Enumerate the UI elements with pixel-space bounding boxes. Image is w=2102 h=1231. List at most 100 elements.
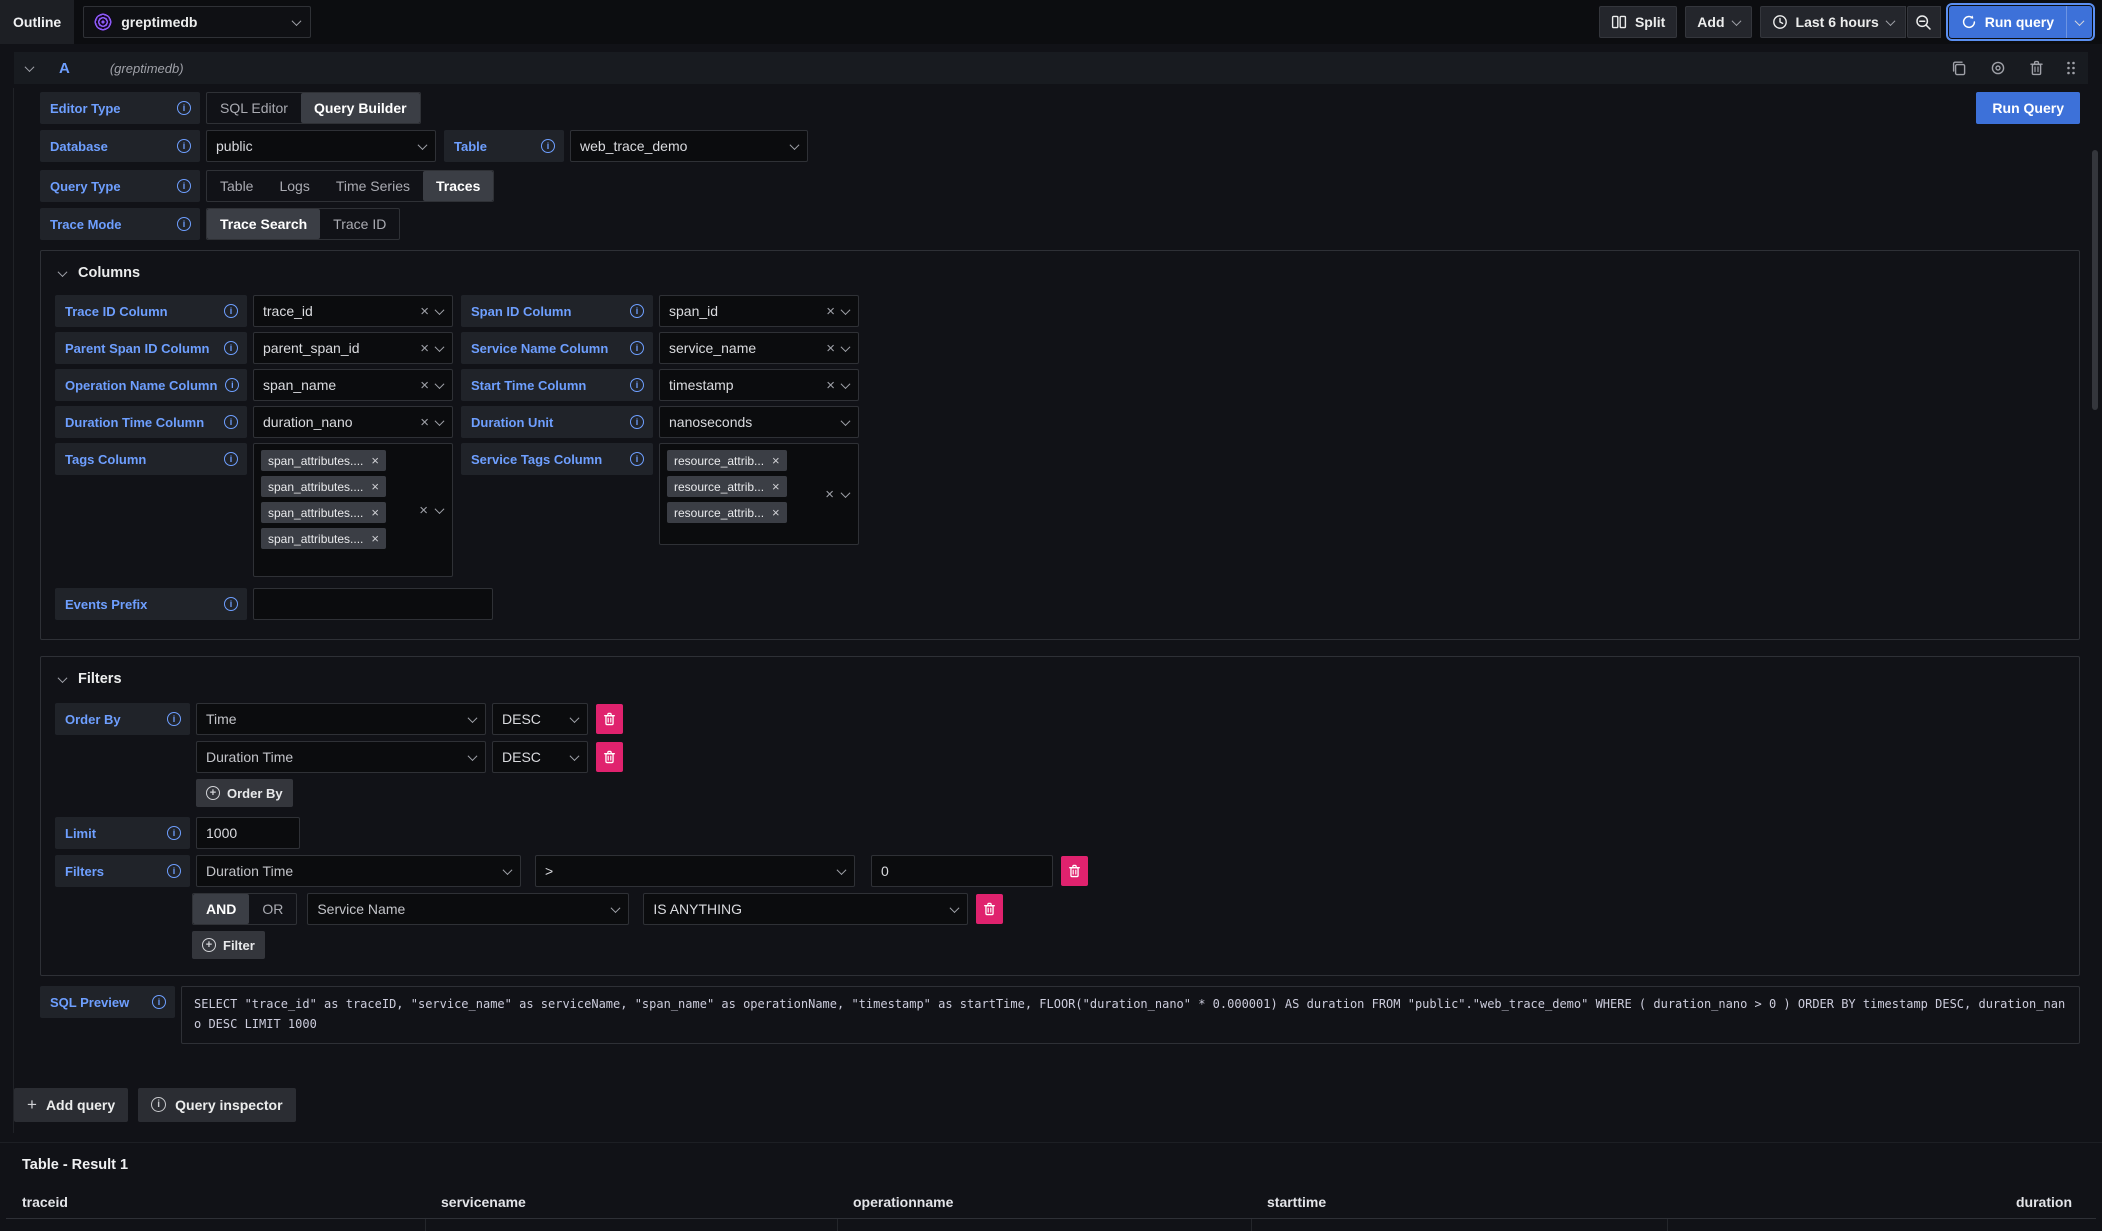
service-name-column-select[interactable]: service_name: [659, 332, 859, 364]
info-icon[interactable]: [167, 864, 181, 878]
span-id-column-select[interactable]: span_id: [659, 295, 859, 327]
info-icon[interactable]: [152, 995, 166, 1009]
clear-x-icon[interactable]: [420, 415, 429, 430]
clear-all-x-icon[interactable]: [419, 503, 428, 518]
hide-response-eye-icon[interactable]: [1989, 61, 2007, 75]
outline-toggle[interactable]: Outline: [0, 0, 74, 44]
datasource-picker[interactable]: greptimedb: [83, 6, 311, 38]
trace-id-column-select[interactable]: trace_id: [253, 295, 453, 327]
zoom-out-time-button[interactable]: [1907, 6, 1941, 38]
info-icon[interactable]: [177, 179, 191, 193]
or-option[interactable]: OR: [249, 894, 296, 924]
info-icon[interactable]: [224, 452, 238, 466]
trace-mode-option-trace-id[interactable]: Trace ID: [320, 209, 399, 239]
filter-operator-select[interactable]: >: [535, 855, 855, 887]
add-query-button[interactable]: + Add query: [14, 1088, 128, 1122]
remove-tag-x-icon[interactable]: [772, 480, 780, 493]
limit-input[interactable]: [196, 817, 300, 849]
trace-mode-option-trace-search[interactable]: Trace Search: [207, 209, 320, 239]
columns-section-header[interactable]: Columns: [55, 263, 2065, 283]
query-type-option-logs[interactable]: Logs: [266, 171, 322, 201]
add-button[interactable]: Add: [1685, 6, 1751, 38]
info-icon[interactable]: [224, 304, 238, 318]
info-icon[interactable]: [630, 452, 644, 466]
operation-name-column-select[interactable]: span_name: [253, 369, 453, 401]
remove-order-by-button[interactable]: [596, 704, 623, 734]
remove-tag-x-icon[interactable]: [772, 506, 780, 519]
drag-handle-icon[interactable]: [2066, 60, 2076, 76]
remove-filter-button[interactable]: [1061, 856, 1088, 886]
column-header-operationname[interactable]: operationname: [837, 1194, 1251, 1210]
clear-x-icon[interactable]: [420, 378, 429, 393]
info-icon[interactable]: [224, 415, 238, 429]
info-icon[interactable]: [630, 341, 644, 355]
order-by-field-select[interactable]: Time: [196, 703, 486, 735]
events-prefix-input[interactable]: [253, 588, 493, 620]
clear-x-icon[interactable]: [420, 304, 429, 319]
info-icon[interactable]: [167, 826, 181, 840]
remove-tag-x-icon[interactable]: [371, 506, 379, 519]
column-header-traceid[interactable]: traceid: [6, 1194, 425, 1210]
clear-x-icon[interactable]: [826, 378, 835, 393]
service-tag-pill[interactable]: resource_attrib...: [667, 450, 787, 471]
tag-pill[interactable]: span_attributes....: [261, 476, 386, 497]
info-icon[interactable]: [177, 139, 191, 153]
table-select[interactable]: web_trace_demo: [570, 130, 808, 162]
info-icon[interactable]: [167, 712, 181, 726]
query-type-option-table[interactable]: Table: [207, 171, 266, 201]
collapse-chevron-icon[interactable]: [25, 62, 35, 72]
tag-pill[interactable]: span_attributes....: [261, 528, 386, 549]
start-time-column-select[interactable]: timestamp: [659, 369, 859, 401]
query-type-option-traces[interactable]: Traces: [423, 171, 493, 201]
service-tag-pill[interactable]: resource_attrib...: [667, 476, 787, 497]
run-query-dropdown-toggle[interactable]: [2066, 6, 2092, 38]
remove-query-trash-icon[interactable]: [2029, 60, 2044, 76]
clear-x-icon[interactable]: [826, 341, 835, 356]
info-icon[interactable]: [224, 597, 238, 611]
run-query-button[interactable]: Run query: [1949, 6, 2066, 38]
add-order-by-button[interactable]: Order By: [196, 779, 293, 807]
remove-order-by-button[interactable]: [596, 742, 623, 772]
filter-field-select[interactable]: Service Name: [307, 893, 629, 925]
column-header-servicename[interactable]: servicename: [425, 1194, 837, 1210]
filter-field-select[interactable]: Duration Time: [196, 855, 521, 887]
query-type-option-time-series[interactable]: Time Series: [323, 171, 423, 201]
column-header-starttime[interactable]: starttime: [1251, 1194, 1667, 1210]
add-filter-button[interactable]: Filter: [192, 931, 265, 959]
order-by-field-select[interactable]: Duration Time: [196, 741, 486, 773]
and-option[interactable]: AND: [193, 894, 249, 924]
tag-pill[interactable]: span_attributes....: [261, 450, 386, 471]
tags-column-multiselect[interactable]: span_attributes.... span_attributes.... …: [253, 443, 453, 577]
info-icon[interactable]: [224, 341, 238, 355]
panel-run-query-button[interactable]: Run Query: [1976, 92, 2080, 124]
info-icon[interactable]: [177, 101, 191, 115]
clear-x-icon[interactable]: [826, 304, 835, 319]
order-by-direction-select[interactable]: DESC: [492, 741, 588, 773]
query-inspector-button[interactable]: Query inspector: [138, 1088, 295, 1122]
remove-tag-x-icon[interactable]: [772, 454, 780, 467]
filters-section-header[interactable]: Filters: [55, 669, 2065, 689]
filter-value-input[interactable]: [871, 855, 1053, 887]
service-tags-column-multiselect[interactable]: resource_attrib... resource_attrib... re…: [659, 443, 859, 545]
info-icon[interactable]: [630, 304, 644, 318]
duplicate-query-icon[interactable]: [1951, 60, 1967, 76]
remove-tag-x-icon[interactable]: [371, 454, 379, 467]
clear-all-x-icon[interactable]: [825, 487, 834, 502]
order-by-direction-select[interactable]: DESC: [492, 703, 588, 735]
info-icon[interactable]: [177, 217, 191, 231]
editor-type-option-query-builder[interactable]: Query Builder: [301, 93, 420, 123]
info-icon[interactable]: [630, 415, 644, 429]
remove-tag-x-icon[interactable]: [371, 480, 379, 493]
duration-time-column-select[interactable]: duration_nano: [253, 406, 453, 438]
tag-pill[interactable]: span_attributes....: [261, 502, 386, 523]
remove-tag-x-icon[interactable]: [371, 532, 379, 545]
editor-type-option-sql-editor[interactable]: SQL Editor: [207, 93, 301, 123]
query-row-header[interactable]: A (greptimedb): [14, 52, 2088, 84]
time-range-picker[interactable]: Last 6 hours: [1760, 6, 1906, 38]
column-header-duration[interactable]: duration: [1667, 1194, 2096, 1210]
info-icon[interactable]: [630, 378, 644, 392]
info-icon[interactable]: [541, 139, 555, 153]
remove-filter-button[interactable]: [976, 894, 1003, 924]
filter-operator-select[interactable]: IS ANYTHING: [643, 893, 968, 925]
split-button[interactable]: Split: [1599, 6, 1677, 38]
